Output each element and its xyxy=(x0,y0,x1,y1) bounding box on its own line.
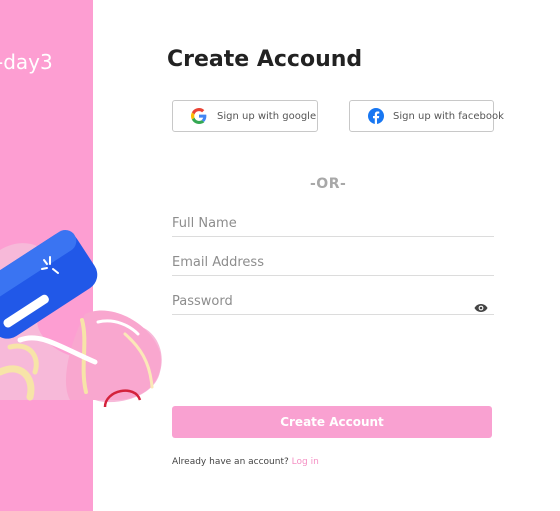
facebook-signup-button[interactable]: Sign up with facebook xyxy=(349,100,504,132)
page-title: Create Accound xyxy=(167,47,363,72)
facebook-signup-label: Sign up with facebook xyxy=(393,110,504,122)
login-prompt-text: Already have an account? xyxy=(172,457,289,467)
password-input[interactable] xyxy=(172,290,462,313)
google-icon xyxy=(191,108,207,124)
eye-icon[interactable] xyxy=(474,298,488,312)
login-prompt: Already have an account? Log in xyxy=(172,457,319,467)
google-signup-button[interactable]: Sign up with google xyxy=(172,100,318,132)
email-input[interactable] xyxy=(172,251,494,274)
full-name-input[interactable] xyxy=(172,212,494,235)
full-name-field xyxy=(172,212,494,237)
or-divider: -OR- xyxy=(310,176,347,192)
hero-illustration xyxy=(0,229,162,408)
create-account-button[interactable]: Create Account xyxy=(172,406,492,438)
facebook-icon xyxy=(368,108,384,124)
google-signup-label: Sign up with google xyxy=(217,110,317,122)
email-field xyxy=(172,251,494,276)
password-field xyxy=(172,290,494,315)
brand-title: -day3 xyxy=(0,50,53,74)
login-link[interactable]: Log in xyxy=(292,457,319,467)
